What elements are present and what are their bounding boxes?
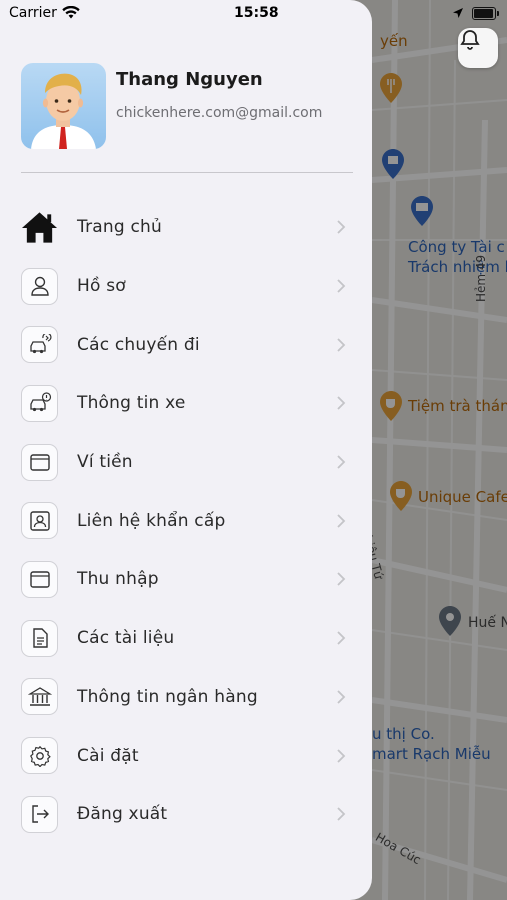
chevron-right-icon xyxy=(337,631,346,645)
menu-item-vehicle-info[interactable]: Thông tin xe xyxy=(0,374,372,433)
car-info-icon xyxy=(21,384,58,422)
menu-item-trips[interactable]: Các chuyến đi xyxy=(0,315,372,374)
menu-item-label: Các tài liệu xyxy=(77,628,175,649)
menu-item-label: Đăng xuất xyxy=(77,804,168,825)
wallet-icon xyxy=(21,443,58,481)
car-refresh-icon xyxy=(21,326,58,364)
carrier-label: Carrier xyxy=(9,5,57,21)
bell-icon xyxy=(460,30,480,50)
menu-item-bank-info[interactable]: Thông tin ngân hàng xyxy=(0,668,372,727)
drawer-menu: Trang chủ Hồ sơ Các chuyến đi Thông tin … xyxy=(0,198,372,844)
menu-item-documents[interactable]: Các tài liệu xyxy=(0,609,372,668)
chevron-right-icon xyxy=(337,455,346,469)
avatar-illustration xyxy=(31,73,96,149)
profile-header[interactable]: Thang Nguyen chickenhere.com@gmail.com xyxy=(21,63,356,151)
chevron-right-icon xyxy=(337,807,346,821)
chevron-right-icon xyxy=(337,220,346,234)
wallet-icon xyxy=(21,560,58,598)
user-name: Thang Nguyen xyxy=(116,69,263,90)
menu-item-home[interactable]: Trang chủ xyxy=(0,198,372,257)
menu-item-label: Thu nhập xyxy=(77,569,159,590)
menu-item-logout[interactable]: Đăng xuất xyxy=(0,785,372,844)
menu-item-label: Cài đặt xyxy=(77,745,139,766)
home-icon xyxy=(21,209,58,246)
wifi-icon xyxy=(62,6,80,19)
menu-item-label: Thông tin xe xyxy=(77,393,186,414)
user-email: chickenhere.com@gmail.com xyxy=(116,105,323,121)
menu-item-settings[interactable]: Cài đặt xyxy=(0,726,372,785)
notification-button[interactable] xyxy=(458,28,498,68)
menu-item-label: Hồ sơ xyxy=(77,276,126,297)
menu-item-income[interactable]: Thu nhập xyxy=(0,550,372,609)
chevron-right-icon xyxy=(337,748,346,763)
avatar xyxy=(21,63,106,149)
chevron-right-icon xyxy=(337,396,346,411)
user-icon xyxy=(21,267,58,305)
menu-item-label: Trang chủ xyxy=(77,217,162,238)
menu-item-profile[interactable]: Hồ sơ xyxy=(0,257,372,316)
side-drawer: Thang Nguyen chickenhere.com@gmail.com T… xyxy=(0,0,372,900)
battery-icon xyxy=(472,7,499,20)
menu-item-label: Ví tiền xyxy=(77,452,133,473)
document-icon xyxy=(21,619,58,657)
profile-divider xyxy=(21,172,353,173)
location-arrow-icon xyxy=(453,8,463,18)
logout-icon xyxy=(21,795,58,833)
chevron-right-icon xyxy=(337,572,346,587)
chevron-right-icon xyxy=(337,690,346,704)
bank-icon xyxy=(21,678,58,716)
menu-item-wallet[interactable]: Ví tiền xyxy=(0,433,372,492)
gear-icon xyxy=(21,737,58,775)
menu-item-label: Các chuyến đi xyxy=(77,334,200,355)
chevron-right-icon xyxy=(337,279,346,293)
menu-item-label: Liên hệ khẩn cấp xyxy=(77,510,226,531)
menu-item-label: Thông tin ngân hàng xyxy=(77,686,258,707)
menu-item-emergency-contact[interactable]: Liên hệ khẩn cấp xyxy=(0,491,372,550)
contact-card-icon xyxy=(21,502,58,540)
clock: 15:58 xyxy=(234,5,279,21)
chevron-right-icon xyxy=(337,338,346,352)
chevron-right-icon xyxy=(337,514,346,528)
status-bar: Carrier 15:58 xyxy=(0,0,507,28)
